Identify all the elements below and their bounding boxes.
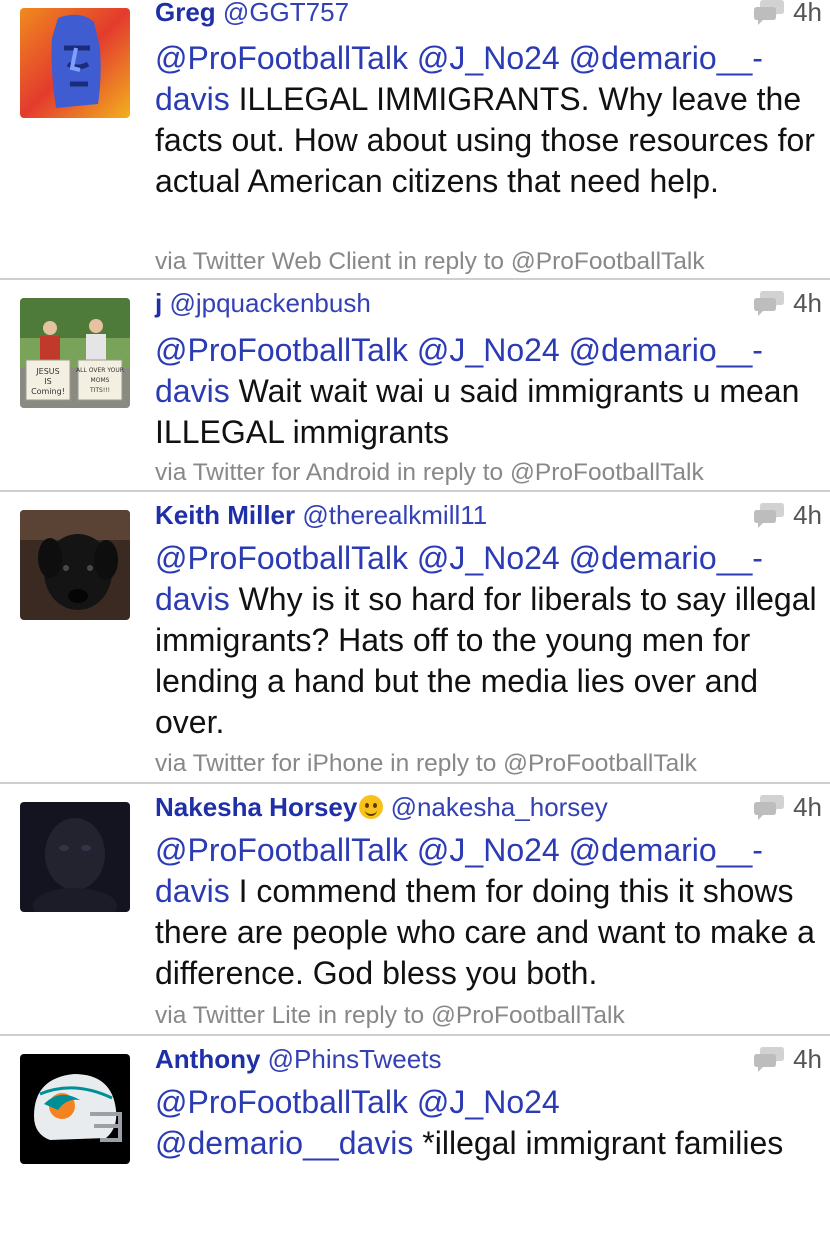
tweet-body: *illegal immigrant families [413,1125,784,1161]
via-label: via [155,750,193,777]
tweet-item[interactable]: Nakesha Horsey @nakesha_horsey 4h @ProFo… [0,784,830,1036]
reply-to-handle[interactable]: @ProFootballTalk [503,750,697,777]
timestamp: 4h [793,1043,822,1074]
handle[interactable]: @therealkmill11 [302,500,487,530]
mention[interactable]: @demario__- [569,40,763,76]
client-name: Twitter for iPhone [192,750,384,777]
avatar-greg[interactable] [20,8,130,118]
tweet-body: I commend them for doing this it shows t… [155,873,815,991]
avatar-keith-miller[interactable] [20,510,130,620]
handle[interactable]: @GGT757 [223,0,349,27]
timestamp: 4h [793,0,822,27]
mention[interactable]: @J_No24 [417,1084,560,1120]
mention[interactable]: @J_No24 [417,40,560,76]
handle[interactable]: @jpquackenbush [169,288,370,318]
tweet-item[interactable]: Keith Miller @therealkmill11 4h @ProFoot… [0,492,830,784]
mention[interactable]: davis [155,81,230,117]
tweet-item[interactable]: Anthony @PhinsTweets 4h @ProFootballTalk… [0,1036,830,1236]
mention[interactable]: @ProFootballTalk [155,40,408,76]
moai-statue-avatar [20,8,130,118]
dark-portrait-avatar [20,802,130,912]
timestamp: 4h [793,499,822,530]
mention[interactable]: davis [155,873,230,909]
mention[interactable]: @ProFootballTalk [155,540,408,576]
client-name: Twitter for Android [192,459,391,486]
reply-label: in reply to [311,1002,431,1029]
tweet-text: @ProFootballTalk @J_No24 @demario__- dav… [155,38,820,202]
tweet-footer: via Twitter Web Client in reply to @ProF… [155,246,825,278]
client-name: Twitter Web Client [192,248,392,275]
mention[interactable]: @J_No24 [417,540,560,576]
tweet-item[interactable]: JESUS IS Coming! ALL OVER YOUR MOMS TITS… [0,280,830,492]
svg-text:ALL OVER YOUR: ALL OVER YOUR [76,367,124,374]
timestamp: 4h [793,791,822,822]
reply-to-handle[interactable]: @ProFootballTalk [511,248,705,275]
mention[interactable]: @ProFootballTalk [155,832,408,868]
timestamp: 4h [793,287,822,318]
avatar-nakesha-horsey[interactable] [20,802,130,912]
tweet-body: Wait wait wai u said immigrants u mean I… [155,373,800,450]
mention[interactable]: @ProFootballTalk [155,332,408,368]
mention[interactable]: @J_No24 [417,832,560,868]
tweet-footer: via Twitter for Android in reply to @Pro… [155,457,825,489]
tweet-feed: Greg @GGT757 4h @ProFootballTalk @J_No24… [0,0,830,1200]
reply-to-handle[interactable]: @ProFootballTalk [510,459,704,486]
reply-label: in reply to [383,750,504,777]
speech-bubbles-icon[interactable] [753,289,785,317]
tweet-body: ILLEGAL IMMIGRANTS. Why leave the facts … [155,81,815,199]
tweet-footer: via Twitter for iPhone in reply to @ProF… [155,748,825,780]
tweet-text: @ProFootballTalk @J_No24 @demario__- dav… [155,830,820,994]
speech-bubbles-icon[interactable] [753,1045,785,1073]
mention[interactable]: @demario__- [569,832,763,868]
reply-label: in reply to [391,248,511,275]
tweet-text: @ProFootballTalk @J_No24 @demario__davis… [155,1082,820,1164]
svg-text:TITS!!!: TITS!!! [89,387,110,394]
mention[interactable]: @demario__- [569,332,763,368]
tweet-text: @ProFootballTalk @J_No24 @demario__- dav… [155,330,820,453]
tweet-item[interactable]: Greg @GGT757 4h @ProFootballTalk @J_No24… [0,0,830,280]
svg-text:JESUS: JESUS [35,367,59,376]
mention[interactable]: @ProFootballTalk [155,1084,408,1120]
svg-text:MOMS: MOMS [91,377,110,384]
avatar-anthony[interactable] [20,1054,130,1164]
mention[interactable]: @demario__davis [155,1125,413,1161]
tweet-footer: via Twitter Lite in reply to @ProFootbal… [155,1000,825,1032]
tweet-text: @ProFootballTalk @J_No24 @demario__- dav… [155,538,820,743]
mention[interactable]: davis [155,373,230,409]
handle[interactable]: @PhinsTweets [268,1044,442,1074]
speech-bubbles-icon[interactable] [753,0,785,26]
tweet-body: Why is it so hard for liberals to say il… [155,581,817,740]
display-name[interactable]: Greg [155,0,216,27]
svg-text:IS: IS [44,377,51,386]
avatar-j[interactable]: JESUS IS Coming! ALL OVER YOUR MOMS TITS… [20,298,130,408]
mention[interactable]: davis [155,581,230,617]
speech-bubbles-icon[interactable] [753,501,785,529]
speech-bubbles-icon[interactable] [753,793,785,821]
display-name[interactable]: Nakesha Horsey [155,792,357,822]
dolphins-helmet-avatar [20,1054,130,1164]
smiling-face-emoji [359,795,384,819]
reply-label: in reply to [390,459,510,486]
via-label: via [155,459,193,486]
display-name[interactable]: Anthony [155,1044,260,1074]
client-name: Twitter Lite [192,1002,312,1029]
display-name[interactable]: Keith Miller [155,500,295,530]
protest-signs-avatar: JESUS IS Coming! ALL OVER YOUR MOMS TITS… [20,298,130,408]
display-name[interactable]: j [155,288,162,318]
via-label: via [155,248,193,275]
mention[interactable]: @J_No24 [417,332,560,368]
black-dog-avatar [20,510,130,620]
svg-text:Coming!: Coming! [31,387,65,396]
via-label: via [155,1002,193,1029]
handle[interactable]: @nakesha_horsey [391,792,608,822]
mention[interactable]: @demario__- [569,540,763,576]
reply-to-handle[interactable]: @ProFootballTalk [431,1002,625,1029]
